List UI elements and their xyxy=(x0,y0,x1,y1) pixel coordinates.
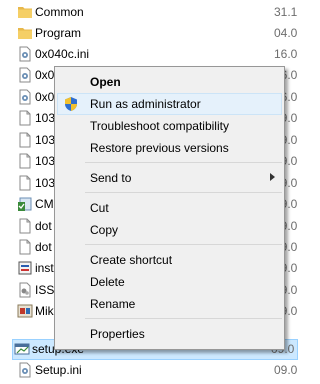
menu-separator xyxy=(85,318,282,319)
menu-item-delete[interactable]: Delete xyxy=(57,271,282,293)
blank-file-icon xyxy=(19,153,31,169)
msi-icon xyxy=(17,304,33,318)
exe-icon xyxy=(14,343,30,355)
blank-file-icon xyxy=(19,239,31,255)
file-name: dot xyxy=(35,219,52,233)
menu-item-label: Troubleshoot compatibility xyxy=(90,119,229,133)
menu-item-label: Restore previous versions xyxy=(90,141,229,155)
blank-file-icon xyxy=(19,175,31,191)
file-name: Setup.ini xyxy=(35,363,82,377)
menu-item-create-shortcut[interactable]: Create shortcut xyxy=(57,249,282,271)
file-name: Common xyxy=(35,5,84,19)
menu-item-copy[interactable]: Copy xyxy=(57,219,282,241)
folder-icon xyxy=(18,28,32,39)
folder-icon xyxy=(18,7,32,18)
menu-item-open[interactable]: Open xyxy=(57,71,282,93)
file-name: 103 xyxy=(35,111,56,125)
menu-item-run-as-administrator[interactable]: Run as administrator xyxy=(57,93,282,115)
dll-icon xyxy=(19,282,31,298)
menu-item-label: Rename xyxy=(90,297,136,311)
file-date: 16.05. xyxy=(274,47,298,61)
installer-icon xyxy=(18,261,32,275)
file-name: inst xyxy=(35,261,54,275)
file-date: 04.07. xyxy=(274,26,298,40)
file-row-program[interactable]: Program 04.07. xyxy=(14,23,298,44)
file-name: Mik xyxy=(35,304,54,318)
menu-separator xyxy=(85,162,282,163)
menu-item-label: Copy xyxy=(90,223,119,237)
menu-item-label: Send to xyxy=(90,171,132,185)
menu-item-send-to[interactable]: Send to xyxy=(57,167,282,189)
file-row-common[interactable]: Common 31.12. xyxy=(14,2,298,23)
menu-separator xyxy=(85,192,282,193)
blank-file-icon xyxy=(19,110,31,126)
menu-item-label: Properties xyxy=(90,327,145,341)
menu-item-label: Cut xyxy=(90,201,109,215)
file-name: 103 xyxy=(35,133,56,147)
file-row[interactable]: 0x040c.ini 16.05. xyxy=(14,44,298,65)
menu-separator xyxy=(85,244,282,245)
menu-item-label: Open xyxy=(90,75,121,89)
file-name: dot xyxy=(35,240,52,254)
settings-file-icon xyxy=(19,362,31,378)
blank-file-icon xyxy=(19,132,31,148)
menu-item-label: Run as administrator xyxy=(90,97,201,111)
menu-item-restore-previous-versions[interactable]: Restore previous versions xyxy=(57,137,282,159)
menu-item-rename[interactable]: Rename xyxy=(57,293,282,315)
menu-item-troubleshoot-compatibility[interactable]: Troubleshoot compatibility xyxy=(57,115,282,137)
file-date: 31.12. xyxy=(274,5,298,19)
settings-file-icon xyxy=(19,89,31,105)
uac-shield-icon xyxy=(65,97,77,111)
setup-app-icon xyxy=(18,197,32,211)
file-name: 0x040c.ini xyxy=(35,47,90,61)
menu-item-cut[interactable]: Cut xyxy=(57,197,282,219)
file-row[interactable]: Setup.ini 09.07. xyxy=(14,360,298,381)
menu-item-label: Delete xyxy=(90,275,125,289)
file-name: Program xyxy=(35,26,82,40)
settings-file-icon xyxy=(19,46,31,62)
settings-file-icon xyxy=(19,67,31,83)
context-menu: Open Run as administrator Troubleshoot c… xyxy=(54,66,285,350)
menu-item-label: Create shortcut xyxy=(90,253,173,267)
file-name: CM xyxy=(35,197,54,211)
menu-item-properties[interactable]: Properties xyxy=(57,323,282,345)
submenu-arrow-icon xyxy=(270,173,275,181)
file-date: 09.07. xyxy=(274,363,298,377)
blank-file-icon xyxy=(19,218,31,234)
file-name: 103 xyxy=(35,154,56,168)
file-name: 103 xyxy=(35,176,56,190)
